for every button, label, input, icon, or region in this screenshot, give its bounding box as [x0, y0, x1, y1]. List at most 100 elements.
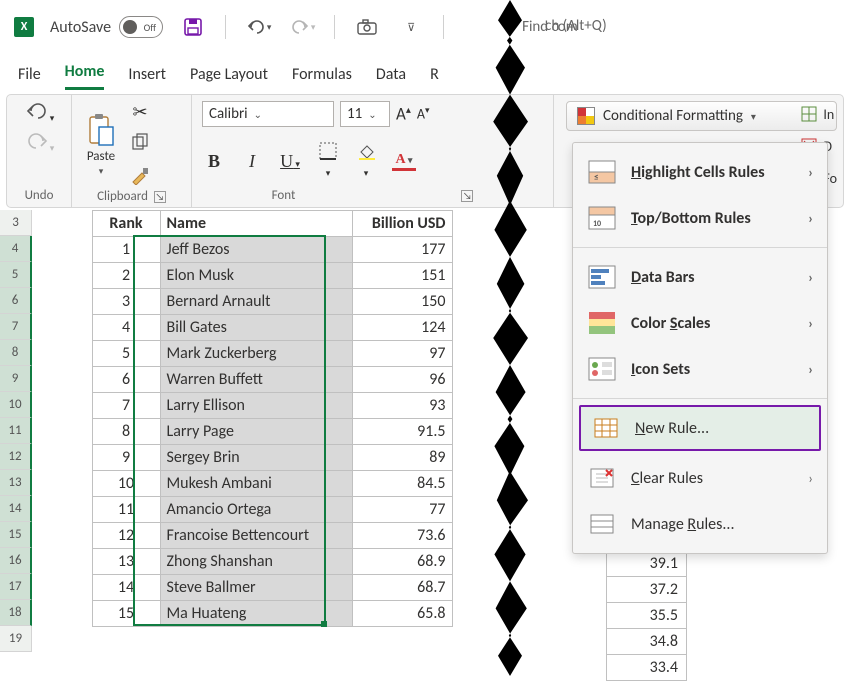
tab-data[interactable]: Data [376, 65, 406, 90]
redo-icon[interactable]: ▾ [288, 18, 316, 36]
table-row[interactable]: 11Amancio Ortega77 [32, 497, 452, 523]
cell-rank[interactable]: 7 [92, 393, 160, 419]
table-row[interactable]: 10Mukesh Ambani84.5 [32, 471, 452, 497]
cell-name[interactable]: Larry Ellison [160, 393, 352, 419]
cell-value[interactable]: 39.1 [607, 551, 687, 577]
decrease-font-icon[interactable]: A▾ [417, 105, 430, 123]
cell-name[interactable]: Amancio Ortega [160, 497, 352, 523]
row-header[interactable]: 19 [0, 626, 32, 652]
cell-value[interactable]: 37.2 [607, 577, 687, 603]
cell-usd[interactable]: 68.7 [352, 575, 452, 601]
save-icon[interactable] [179, 17, 207, 37]
cell-rank[interactable]: 14 [92, 575, 160, 601]
cell-value[interactable]: 34.8 [607, 629, 687, 655]
table-row[interactable]: 7Larry Ellison93 [32, 393, 452, 419]
increase-font-icon[interactable]: A▴ [396, 103, 411, 125]
cell-usd[interactable]: 177 [352, 237, 452, 263]
row-header[interactable]: 3 [0, 210, 32, 236]
table-row[interactable]: 8Larry Page91.5 [32, 419, 452, 445]
underline-button[interactable]: U ▾ [278, 151, 302, 172]
cut-icon[interactable]: ✂ [132, 101, 147, 123]
dialog-launcher-icon[interactable]: ↘ [154, 191, 166, 203]
cell-name[interactable]: Jeff Bezos [160, 237, 352, 263]
row-header[interactable]: 10 [0, 392, 32, 418]
row-header[interactable]: 17 [0, 574, 32, 600]
row-headers[interactable]: 345678910111213141516171819 [0, 210, 32, 652]
italic-button[interactable]: I [240, 151, 264, 172]
cell-name[interactable]: Warren Buffett [160, 367, 352, 393]
row-header[interactable]: 8 [0, 340, 32, 366]
copy-icon[interactable] [131, 133, 149, 155]
row-header[interactable]: 9 [0, 366, 32, 392]
autosave-toggle[interactable]: AutoSave Off [50, 16, 163, 38]
cell-usd[interactable]: 150 [352, 289, 452, 315]
cell-rank[interactable]: 12 [92, 523, 160, 549]
cell-usd[interactable]: 68.9 [352, 549, 452, 575]
cell-usd[interactable]: 77 [352, 497, 452, 523]
cell-rank[interactable]: 15 [92, 601, 160, 627]
cell-name[interactable]: Mark Zuckerberg [160, 341, 352, 367]
paste-button[interactable]: Paste ▾ [82, 111, 120, 179]
row-header[interactable]: 15 [0, 522, 32, 548]
table-row[interactable]: 14Steve Ballmer68.7 [32, 575, 452, 601]
table-row[interactable]: 2Elon Musk151 [32, 263, 452, 289]
col-usd[interactable]: Billion USD [352, 211, 452, 237]
table-row[interactable]: 12Francoise Bettencourt73.6 [32, 523, 452, 549]
cell-rank[interactable]: 8 [92, 419, 160, 445]
menu-new-rule[interactable]: New Rule... [579, 405, 821, 451]
row-header[interactable]: 13 [0, 470, 32, 496]
cell-usd[interactable]: 124 [352, 315, 452, 341]
cell-name[interactable]: Mukesh Ambani [160, 471, 352, 497]
cell-name[interactable]: Francoise Bettencourt [160, 523, 352, 549]
toggle-switch[interactable]: Off [119, 16, 163, 38]
menu-manage-rules[interactable]: Manage Rules... [573, 501, 827, 547]
cell-usd[interactable]: 84.5 [352, 471, 452, 497]
cell-usd[interactable]: 93 [352, 393, 452, 419]
cell-usd[interactable]: 65.8 [352, 601, 452, 627]
cell-name[interactable]: Ma Huateng [160, 601, 352, 627]
cell-usd[interactable]: 96 [352, 367, 452, 393]
cell-usd[interactable]: 97 [352, 341, 452, 367]
cell-rank[interactable]: 11 [92, 497, 160, 523]
menu-data-bars[interactable]: Data Bars › [573, 254, 827, 300]
tab-insert[interactable]: Insert [128, 65, 166, 90]
menu-top-bottom-rules[interactable]: 10 Top/Bottom Rules › [573, 195, 827, 241]
cell-rank[interactable]: 9 [92, 445, 160, 471]
fill-color-button[interactable]: ▾ [354, 142, 378, 181]
font-color-button[interactable]: A ▾ [392, 152, 416, 171]
menu-icon-sets[interactable]: Icon Sets › [573, 346, 827, 392]
table-row[interactable]: 13Zhong Shanshan68.9 [32, 549, 452, 575]
row-header[interactable]: 14 [0, 496, 32, 522]
data-grid[interactable]: Rank Name Billion USD 1Jeff Bezos1772Elo… [32, 210, 453, 653]
table-row[interactable]: 6Warren Buffett96 [32, 367, 452, 393]
dialog-launcher-icon[interactable]: ↘ [461, 190, 473, 202]
tab-review[interactable]: R [430, 65, 439, 90]
row-header[interactable]: 7 [0, 314, 32, 340]
borders-button[interactable]: ▾ [316, 142, 340, 181]
cell-usd[interactable]: 151 [352, 263, 452, 289]
table-row[interactable]: 9Sergey Brin89 [32, 445, 452, 471]
cell-rank[interactable]: 10 [92, 471, 160, 497]
redo-button[interactable]: ▾ [24, 131, 55, 155]
conditional-formatting-button[interactable]: Conditional Formatting ▾ [566, 101, 837, 131]
row-header[interactable]: 18 [0, 600, 32, 626]
col-rank[interactable]: Rank [92, 211, 160, 237]
col-name[interactable]: Name [160, 211, 352, 237]
cell-usd[interactable]: 73.6 [352, 523, 452, 549]
table-row[interactable]: 4Bill Gates124 [32, 315, 452, 341]
table-row[interactable]: 5Mark Zuckerberg97 [32, 341, 452, 367]
menu-highlight-cells-rules[interactable]: ≤ Highlight Cells Rules › [573, 149, 827, 195]
row-header[interactable]: 5 [0, 262, 32, 288]
format-painter-icon[interactable] [130, 165, 150, 189]
cell-rank[interactable]: 3 [92, 289, 160, 315]
cell-rank[interactable]: 1 [92, 237, 160, 263]
cell-name[interactable]: Zhong Shanshan [160, 549, 352, 575]
cell-value[interactable]: 35.5 [607, 603, 687, 629]
undo-button[interactable]: ▾ [24, 101, 55, 125]
table-row[interactable]: 1Jeff Bezos177 [32, 237, 452, 263]
qat-overflow-icon[interactable]: ⊽ [397, 21, 425, 34]
menu-clear-rules[interactable]: Clear Rules › [573, 455, 827, 501]
menu-color-scales[interactable]: Color Scales › [573, 300, 827, 346]
cell-value[interactable]: 33.4 [607, 655, 687, 681]
table-row[interactable]: 3Bernard Arnault150 [32, 289, 452, 315]
